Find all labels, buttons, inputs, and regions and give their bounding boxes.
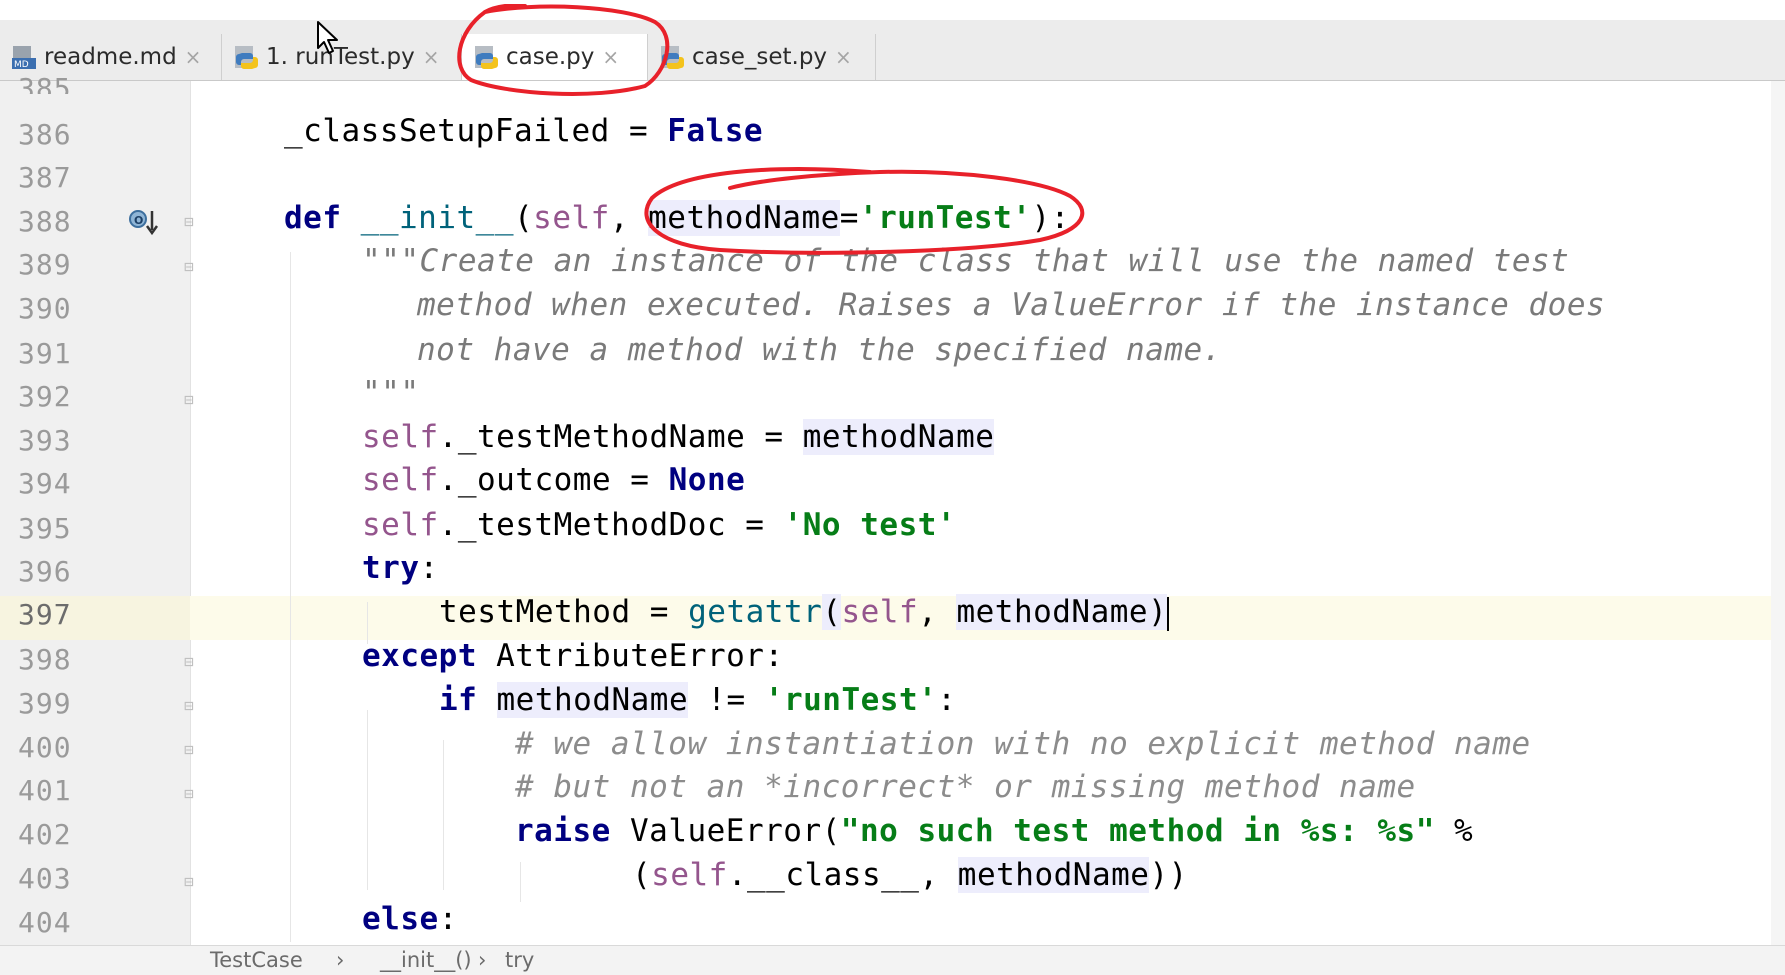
close-icon[interactable]: × [185, 45, 202, 69]
fold-toggle-icon[interactable]: ⊟ [179, 696, 199, 716]
line-number: 403 [18, 862, 72, 895]
override-marker-icon[interactable]: O [128, 208, 160, 242]
code-line-392[interactable]: """ [362, 375, 420, 411]
window-top-strip [0, 0, 1785, 34]
line-number: 395 [18, 512, 72, 545]
line-number: 390 [18, 292, 72, 325]
code-line-394[interactable]: self._outcome = None [362, 462, 745, 498]
close-icon[interactable]: × [423, 45, 440, 69]
code-line-399[interactable]: if methodName != 'runTest': [439, 682, 956, 718]
tab-strip-edge [0, 20, 1785, 34]
line-number: 399 [18, 687, 72, 720]
line-number: 386 [18, 118, 72, 151]
indent-guide [443, 740, 444, 890]
line-number: 392 [18, 380, 72, 413]
fold-toggle-icon[interactable]: ⊟ [179, 652, 199, 672]
code-line-390[interactable]: method when executed. Raises a ValueErro… [417, 287, 1605, 323]
tab-case[interactable]: case.py × [462, 34, 648, 80]
breadcrumb-separator: › [478, 948, 487, 972]
line-number: 394 [18, 467, 72, 500]
indent-guide [367, 710, 368, 890]
fold-toggle-icon[interactable]: ⊟ [179, 257, 199, 277]
close-icon[interactable]: × [835, 45, 852, 69]
fold-end-icon[interactable]: ⊟ [179, 872, 199, 892]
tab-case-set[interactable]: case_set.py × [648, 34, 876, 80]
breadcrumb-item[interactable]: __init__() [380, 948, 472, 972]
line-number: 393 [18, 424, 72, 457]
code-line-388[interactable]: def __init__(self, methodName='runTest')… [284, 200, 1070, 236]
python-file-icon [474, 44, 500, 70]
line-number: 398 [18, 643, 72, 676]
tab-runtest[interactable]: 1. runTest.py × [222, 34, 462, 80]
markdown-file-icon: MD [12, 44, 38, 70]
line-number: 385 [18, 72, 72, 94]
code-line-391[interactable]: not have a method with the specified nam… [417, 332, 1222, 368]
tab-label: readme.md [44, 44, 177, 70]
code-line-404[interactable]: else: [362, 901, 458, 937]
code-line-398[interactable]: except AttributeError: [362, 638, 784, 674]
fold-end-icon[interactable]: ⊟ [179, 390, 199, 410]
breadcrumb-item[interactable]: TestCase [210, 948, 303, 972]
code-line-397[interactable]: testMethod = getattr(self, methodName) [439, 594, 1170, 631]
line-number: 400 [18, 731, 72, 764]
code-line-396[interactable]: try: [362, 550, 439, 586]
code-line-400[interactable]: # we allow instantiation with no explici… [515, 726, 1531, 762]
code-line-393[interactable]: self._testMethodName = methodName [362, 419, 995, 455]
line-number: 389 [18, 248, 72, 281]
svg-text:O: O [134, 214, 143, 227]
text-caret [1167, 596, 1170, 631]
code-line-386[interactable]: _classSetupFailed = False [284, 113, 763, 149]
python-file-icon [660, 44, 686, 70]
indent-guide [290, 252, 291, 942]
line-number: 404 [18, 906, 72, 939]
line-number: 387 [18, 161, 72, 194]
fold-toggle-icon[interactable]: ⊟ [179, 740, 199, 760]
python-file-icon [234, 44, 260, 70]
line-number: 401 [18, 774, 72, 807]
code-line-395[interactable]: self._testMethodDoc = 'No test' [362, 507, 956, 543]
close-icon[interactable]: × [602, 45, 619, 69]
line-number: 402 [18, 818, 72, 851]
line-number: 391 [18, 337, 72, 370]
editor-tab-bar: MD readme.md × 1. runTest.py × case.py ×… [0, 34, 1785, 81]
line-number: 396 [18, 555, 72, 588]
code-line-389[interactable]: """Create an instance of the class that … [362, 243, 1569, 279]
tab-label: case.py [506, 44, 595, 70]
breadcrumb-item[interactable]: try [505, 948, 534, 972]
mouse-pointer-icon [317, 21, 338, 54]
breadcrumb-separator: › [336, 948, 345, 972]
code-line-402[interactable]: raise ValueError("no such test method in… [515, 813, 1473, 849]
vertical-scrollbar[interactable] [1771, 81, 1785, 945]
line-number-current: 397 [18, 598, 72, 631]
line-number: 388 [18, 205, 72, 238]
code-line-403[interactable]: (self.__class__, methodName)) [632, 857, 1188, 893]
breadcrumb: TestCase › __init__() › try [0, 945, 1785, 975]
indent-guide [520, 862, 521, 902]
tab-label: case_set.py [692, 44, 828, 70]
fold-toggle-icon[interactable]: ⊟ [179, 212, 199, 232]
code-line-401[interactable]: # but not an *incorrect* or missing meth… [515, 769, 1416, 805]
svg-text:MD: MD [14, 60, 29, 70]
fold-end-icon[interactable]: ⊟ [179, 784, 199, 804]
